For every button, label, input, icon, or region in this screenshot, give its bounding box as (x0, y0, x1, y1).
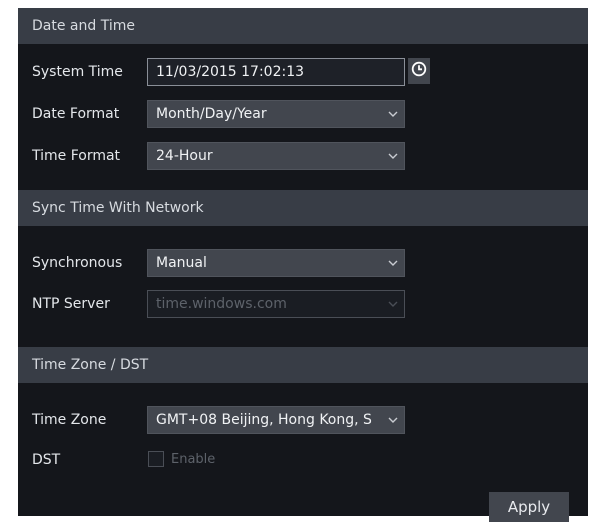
synchronous-value: Manual (156, 255, 207, 271)
time-format-label: Time Format (32, 148, 121, 164)
system-time-input[interactable]: 11/03/2015 17:02:13 (147, 58, 405, 86)
ntp-server-label: NTP Server (32, 296, 110, 312)
section-title: Date and Time (32, 18, 135, 34)
dst-label: DST (32, 452, 61, 468)
time-zone-label: Time Zone (32, 412, 107, 428)
system-time-value: 11/03/2015 17:02:13 (156, 64, 305, 80)
chevron-down-icon (382, 291, 404, 317)
time-zone-select[interactable]: GMT+08 Beijing, Hong Kong, S (147, 406, 405, 434)
section-title: Sync Time With Network (32, 200, 204, 216)
dst-enable-label: Enable (171, 451, 216, 467)
ntp-server-select[interactable]: time.windows.com (147, 290, 405, 318)
date-format-select[interactable]: Month/Day/Year (147, 100, 405, 128)
chevron-down-icon (382, 101, 404, 127)
synchronous-select[interactable]: Manual (147, 249, 405, 277)
time-format-value: 24-Hour (156, 148, 213, 164)
date-format-value: Month/Day/Year (156, 106, 267, 122)
time-zone-value: GMT+08 Beijing, Hong Kong, S (156, 412, 372, 428)
chevron-down-icon (382, 250, 404, 276)
section-header-date-time: Date and Time (18, 8, 588, 44)
ntp-server-value: time.windows.com (156, 296, 287, 312)
chevron-down-icon (382, 407, 404, 433)
section-title: Time Zone / DST (32, 357, 149, 373)
clock-button[interactable] (408, 58, 430, 84)
synchronous-label: Synchronous (32, 255, 123, 271)
settings-panel: Date and Time System Time 11/03/2015 17:… (18, 8, 588, 522)
clock-icon (411, 61, 427, 81)
section-header-timezone: Time Zone / DST (18, 347, 588, 383)
system-time-label: System Time (32, 64, 123, 80)
section-header-sync: Sync Time With Network (18, 190, 588, 226)
dst-enable-checkbox[interactable]: Enable (148, 451, 215, 467)
checkbox-box[interactable] (148, 451, 164, 467)
apply-button[interactable]: Apply (489, 492, 569, 522)
date-format-label: Date Format (32, 106, 120, 122)
time-format-select[interactable]: 24-Hour (147, 142, 405, 170)
chevron-down-icon (382, 143, 404, 169)
